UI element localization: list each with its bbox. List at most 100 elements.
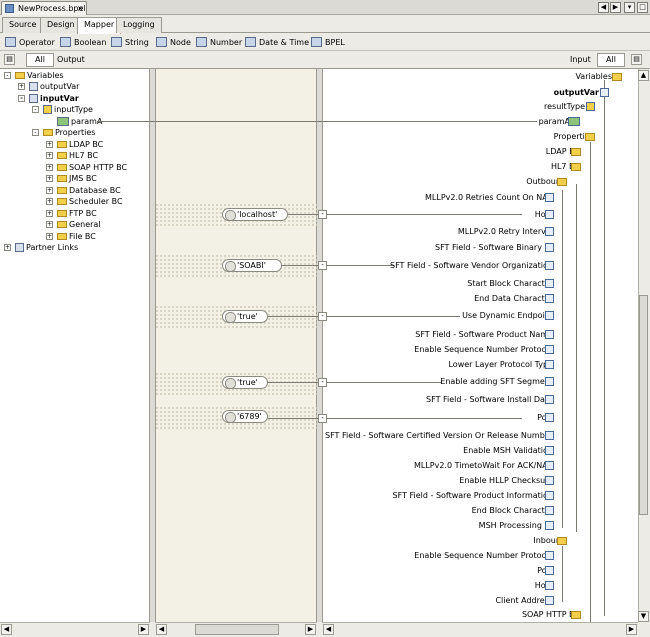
outbound-field[interactable]: SFT Field - Software Vendor Organization (390, 258, 553, 273)
palette-bpel[interactable]: BPEL (311, 36, 345, 49)
outbound-field[interactable]: MLLPv2.0 Retry Interval (458, 224, 553, 239)
attribute-icon (545, 566, 554, 575)
tree-item-soap[interactable]: + SOAP HTTP BC (46, 162, 127, 173)
scroll-left-icon[interactable]: ◀ (598, 2, 609, 13)
tree-options-icon[interactable]: ▤ (4, 54, 15, 65)
expand-icon: + (46, 233, 53, 240)
palette-node[interactable]: Node (156, 36, 191, 49)
collapse-icon[interactable]: - (318, 261, 327, 270)
tree-item-file[interactable]: + File BC (46, 231, 96, 242)
outbound-field[interactable]: SFT Field - Software Certified Version O… (325, 428, 553, 443)
mapping-link[interactable] (282, 265, 394, 266)
collapse-icon[interactable]: - (318, 312, 327, 321)
scroll-up-icon[interactable]: ▲ (638, 70, 649, 81)
string-literal[interactable]: 'true' (222, 310, 268, 323)
outbound-field[interactable]: MLLPv2.0 TimetoWait For ACK/NAK (414, 458, 553, 473)
expand-icon: + (46, 175, 53, 182)
tree-item-jms[interactable]: + JMS BC (46, 173, 97, 184)
tree-item-ftp[interactable]: + FTP BC (46, 208, 97, 219)
outbound-field[interactable]: SFT Field - Software Product Name (415, 327, 553, 342)
close-icon[interactable]: × (77, 2, 84, 15)
expand-icon: + (46, 187, 53, 194)
palette-number[interactable]: Number (196, 36, 242, 49)
palette-operator[interactable]: Operator (5, 36, 55, 49)
outbound-field[interactable]: Enable Sequence Number Protocol (414, 342, 553, 357)
input-filter-all-button[interactable]: All (597, 53, 625, 67)
outbound-field[interactable]: Lower Layer Protocol Type (448, 357, 553, 372)
outbound-field[interactable]: SFT Field - Software Install Date (426, 392, 553, 407)
outbound-field[interactable]: SFT Field - Software Product Information (393, 488, 553, 503)
tab-mapper[interactable]: Mapper (77, 17, 122, 34)
scroll-left-icon[interactable]: ◀ (156, 624, 167, 635)
outbound-field[interactable]: End Block Character (472, 503, 553, 518)
tree-item-variables[interactable]: - Variables (4, 70, 64, 81)
scroll-right-icon[interactable]: ▶ (138, 624, 149, 635)
scrollbar-thumb[interactable] (639, 295, 648, 515)
tree-item-ldap[interactable]: + LDAP BC (46, 139, 103, 150)
scroll-right-icon[interactable]: ▶ (610, 2, 621, 13)
horizontal-scrollbar[interactable] (322, 622, 638, 636)
collapse-icon[interactable]: - (318, 414, 327, 423)
string-literal[interactable]: '6789' (222, 410, 268, 423)
tree-options-icon[interactable]: ▤ (631, 54, 642, 65)
tree-item-partner-links[interactable]: + Partner Links (4, 242, 78, 253)
attribute-icon (545, 461, 554, 470)
folder-icon (557, 178, 567, 186)
rtree-parama[interactable]: paramA (539, 114, 570, 129)
mapping-link[interactable] (268, 316, 460, 317)
outbound-field[interactable]: SFT Field - Software Binary ID (435, 240, 553, 255)
tab-design[interactable]: Design (40, 17, 82, 33)
tree-item-hl7[interactable]: + HL7 BC (46, 150, 98, 161)
collapse-icon[interactable]: - (318, 378, 327, 387)
variable-icon (29, 94, 38, 103)
maximize-icon[interactable]: □ (637, 2, 648, 13)
scroll-down-icon[interactable]: ▼ (638, 611, 649, 622)
string-literal[interactable]: 'true' (222, 376, 268, 389)
attribute-icon (545, 227, 554, 236)
horizontal-scrollbar[interactable] (0, 622, 150, 636)
outbound-field[interactable]: Enable MSH Validation (463, 443, 553, 458)
outbound-field[interactable]: End Data Character (474, 291, 553, 306)
tree-item-properties[interactable]: - Properties (32, 127, 95, 138)
rtree-variables[interactable]: Variables (575, 69, 612, 84)
tree-item-database[interactable]: + Database BC (46, 185, 121, 196)
outbound-field[interactable]: Use Dynamic Endpoint (462, 308, 553, 323)
document-tab[interactable]: NewProcess.bpel * × (1, 1, 87, 26)
tab-logging[interactable]: Logging (116, 17, 162, 33)
tree-item-inputtype[interactable]: - inputType (32, 104, 93, 115)
outbound-field[interactable]: Enable HLLP Checksum (459, 473, 553, 488)
outbound-field[interactable]: Enable adding SFT Segment (440, 374, 553, 389)
folder-icon (57, 141, 67, 148)
tree-item-inputvar[interactable]: - inputVar (18, 93, 79, 104)
output-filter-all-button[interactable]: All (26, 53, 54, 67)
scroll-left-icon[interactable]: ◀ (1, 624, 12, 635)
outbound-field[interactable]: Start Block Character (467, 276, 553, 291)
partner-link-icon (15, 243, 24, 252)
string-literal[interactable]: 'SOABI' (222, 259, 282, 272)
scroll-left-icon[interactable]: ◀ (323, 624, 334, 635)
tree-item-outputvar[interactable]: + outputVar (18, 81, 79, 92)
collapse-icon[interactable]: - (318, 210, 327, 219)
inbound-field[interactable]: Enable Sequence Number Protocol (414, 548, 553, 563)
string-literal[interactable]: 'localhost' (222, 208, 288, 221)
palette-boolean[interactable]: Boolean (60, 36, 106, 49)
mapping-link[interactable] (268, 382, 442, 383)
outbound-field[interactable]: MSH Processing ID (479, 518, 553, 533)
tree-item-general[interactable]: + General (46, 219, 101, 230)
scroll-right-icon[interactable]: ▶ (626, 624, 637, 635)
scroll-right-icon[interactable]: ▶ (305, 624, 316, 635)
dropdown-icon[interactable]: ▾ (624, 2, 635, 13)
folder-icon (57, 152, 67, 159)
outbound-field[interactable]: MLLPv2.0 Retries Count On NAK (425, 190, 553, 205)
mapping-link[interactable] (268, 418, 522, 419)
palette-date-time[interactable]: Date & Time (245, 36, 309, 49)
rtree-resulttype[interactable]: resultType (544, 99, 585, 114)
rtree-outputvar[interactable]: outputVar (554, 85, 599, 100)
expand-icon: + (18, 83, 25, 90)
mapping-link[interactable] (97, 121, 537, 122)
scrollbar-thumb[interactable] (195, 624, 279, 635)
palette-string[interactable]: String (111, 36, 149, 49)
tab-source[interactable]: Source (2, 17, 44, 33)
tree-item-parama[interactable]: paramA (57, 116, 102, 127)
tree-item-scheduler[interactable]: + Scheduler BC (46, 196, 123, 207)
